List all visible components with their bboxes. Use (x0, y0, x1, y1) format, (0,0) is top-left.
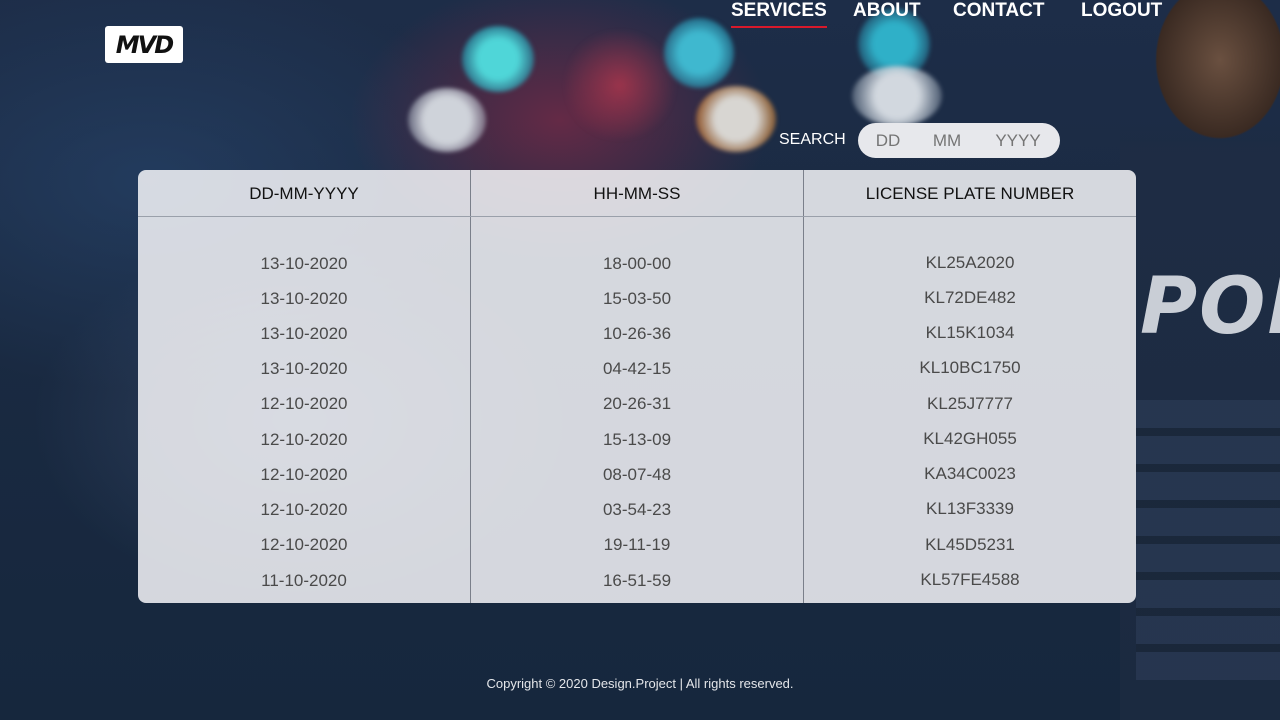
cell-time: 08-07-48 (602, 465, 672, 484)
cell-date: 13-10-2020 (260, 359, 348, 378)
cell-plate: KA34C0023 (924, 464, 1016, 483)
nav-logout[interactable]: LOGOUT (1081, 0, 1162, 22)
search-year-input[interactable] (976, 123, 1060, 158)
cell-plate: KL25J7777 (926, 394, 1014, 413)
cell-plate: KL57FE4588 (920, 570, 1020, 589)
logo[interactable]: MVD (105, 26, 183, 63)
search-label: SEARCH (779, 131, 846, 148)
cell-date: 12-10-2020 (260, 394, 348, 413)
cell-date: 13-10-2020 (260, 254, 348, 273)
cell-time: 20-26-31 (602, 394, 672, 413)
bokeh-light (408, 88, 486, 152)
cell-time: 04-42-15 (602, 359, 672, 378)
search-day-input[interactable] (858, 123, 918, 158)
cell-plate: KL10BC1750 (919, 358, 1021, 377)
cell-time: 15-03-50 (602, 289, 672, 308)
cell-plate: KL25A2020 (925, 253, 1015, 272)
cell-plate: KL15K1034 (925, 323, 1015, 342)
cell-date: 12-10-2020 (260, 465, 348, 484)
cell-date: 12-10-2020 (260, 535, 348, 554)
header-divider (138, 216, 1136, 217)
cell-time: 15-13-09 (602, 430, 672, 449)
logo-text: MVD (115, 30, 174, 59)
nav-about[interactable]: ABOUT (853, 0, 921, 22)
column-header-plate: LICENSE PLATE NUMBER (865, 184, 1075, 203)
cell-plate: KL42GH055 (923, 429, 1017, 448)
nav-contact[interactable]: CONTACT (953, 0, 1044, 22)
column-header-date: DD-MM-YYYY (249, 184, 359, 203)
cell-time: 19-11-19 (603, 535, 671, 554)
footer-copyright: Copyright © 2020 Design.Project | All ri… (486, 676, 794, 691)
cell-plate: KL13F3339 (926, 499, 1014, 518)
police-badge-text: POLICE (1140, 262, 1280, 352)
nav-services[interactable]: SERVICES (731, 0, 827, 28)
date-search-box (858, 123, 1060, 158)
cell-time: 10-26-36 (602, 324, 672, 343)
cell-date: 13-10-2020 (260, 289, 348, 308)
vest-pattern (1136, 400, 1280, 680)
column-header-time: HH-MM-SS (593, 184, 681, 203)
cell-plate: KL72DE482 (924, 288, 1016, 307)
cell-date: 13-10-2020 (260, 324, 348, 343)
records-table: DD-MM-YYYY HH-MM-SS LICENSE PLATE NUMBER… (138, 170, 1136, 603)
cell-date: 12-10-2020 (260, 500, 348, 519)
cell-date: 11-10-2020 (261, 571, 347, 590)
bokeh-light (696, 86, 776, 152)
cell-time: 18-00-00 (602, 254, 672, 273)
bokeh-light (462, 26, 534, 92)
search-month-input[interactable] (918, 123, 976, 158)
bokeh-light (664, 18, 734, 88)
cell-date: 12-10-2020 (260, 430, 348, 449)
cell-time: 16-51-59 (602, 571, 672, 590)
bokeh-light (852, 66, 942, 126)
bokeh-light (560, 30, 680, 140)
cell-plate: KL45D5231 (925, 535, 1015, 554)
cell-time: 03-54-23 (602, 500, 672, 519)
